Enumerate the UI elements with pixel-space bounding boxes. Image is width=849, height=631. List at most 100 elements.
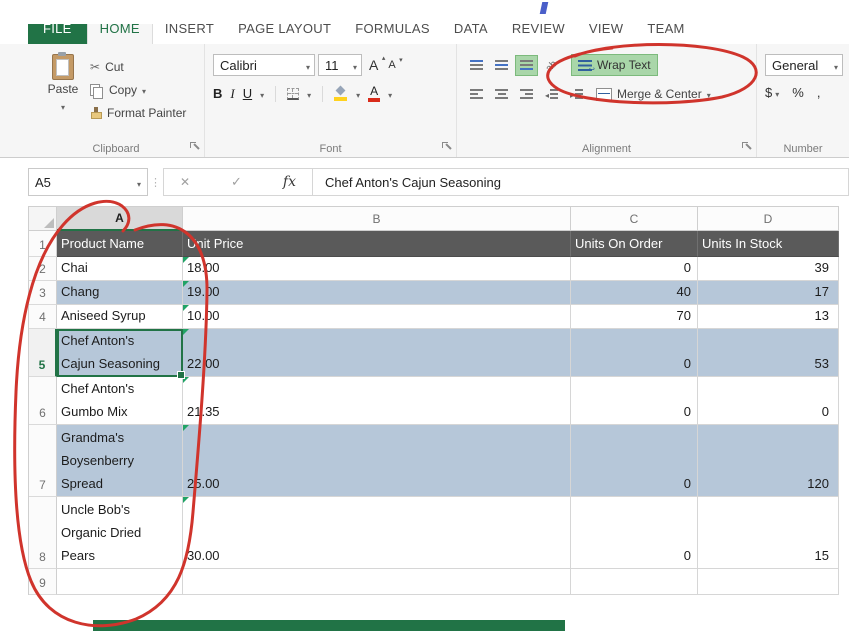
currency-format-button[interactable]: $ [765,85,779,100]
cell-product[interactable]: Chai [57,257,183,281]
fill-color-icon[interactable] [334,87,348,101]
font-name-combobox[interactable]: Calibri [213,54,315,76]
align-top-button[interactable] [465,55,488,76]
cell-in-stock[interactable]: 15 [698,497,839,569]
paste-dropdown-arrow-icon[interactable] [61,98,65,114]
name-box-dropdown-arrow-icon[interactable] [137,176,141,189]
cell-price[interactable]: 10.00 [183,305,571,329]
borders-icon[interactable] [287,88,299,100]
cell-on-order-header[interactable]: Units On Order [571,231,698,257]
formula-bar-drag-handle-icon[interactable] [148,176,163,189]
cell-product[interactable]: Aniseed Syrup [57,305,183,329]
row-header-selected[interactable]: 5 [29,329,57,377]
cell-price[interactable]: 30.00 [183,497,571,569]
align-center-button[interactable] [490,84,513,105]
cell-price[interactable]: 22.00 [183,329,571,377]
tab-home[interactable]: HOME [87,24,153,44]
dialog-launcher-icon[interactable] [742,142,751,151]
number-format-combobox[interactable]: General [765,54,843,76]
percent-format-button[interactable]: % [792,85,804,100]
cell-on-order[interactable] [571,569,698,595]
cell-on-order[interactable]: 0 [571,425,698,497]
cell-price[interactable] [183,569,571,595]
increase-font-size-button[interactable]: A [369,57,385,73]
decrease-font-size-button[interactable]: A [388,59,402,71]
orientation-button[interactable] [540,55,563,76]
row-header[interactable]: 1 [29,231,57,257]
column-header-d[interactable]: D [698,207,839,231]
cell-in-stock[interactable]: 120 [698,425,839,497]
cell-product-header[interactable]: Product Name [57,231,183,257]
tab-insert[interactable]: INSERT [153,24,226,44]
align-bottom-button[interactable] [515,55,538,76]
italic-button[interactable]: I [230,86,234,102]
tab-page-layout[interactable]: PAGE LAYOUT [226,24,343,44]
paste-button[interactable]: Paste [36,54,90,137]
comma-format-button[interactable]: , [817,85,821,100]
cell-on-order[interactable]: 0 [571,497,698,569]
copy-button[interactable]: Copy [90,80,186,99]
column-header-c[interactable]: C [571,207,698,231]
align-right-button[interactable] [515,84,538,105]
cell-in-stock-header[interactable]: Units In Stock [698,231,839,257]
cell-in-stock[interactable]: 17 [698,281,839,305]
cell-price[interactable]: 18.00 [183,257,571,281]
tab-formulas[interactable]: FORMULAS [343,24,442,44]
cell-product[interactable]: Chef Anton's Gumbo Mix [57,377,183,425]
cell-on-order[interactable]: 70 [571,305,698,329]
cell-on-order[interactable]: 0 [571,257,698,281]
cell-price[interactable]: 21.35 [183,377,571,425]
cell-on-order[interactable]: 40 [571,281,698,305]
dialog-launcher-icon[interactable] [190,142,199,151]
tab-data[interactable]: DATA [442,24,500,44]
cell-in-stock[interactable]: 39 [698,257,839,281]
chevron-down-icon[interactable] [349,59,357,72]
font-size-combobox[interactable]: 11 [318,54,362,76]
merge-center-button[interactable]: Merge & Center [596,83,711,105]
name-box[interactable]: A5 [28,168,148,196]
cell-product[interactable]: Uncle Bob's Organic Dried Pears [57,497,183,569]
cell-in-stock[interactable]: 53 [698,329,839,377]
merge-center-dropdown-arrow-icon[interactable] [707,88,711,100]
tab-file[interactable]: FILE [28,24,87,44]
cell-in-stock[interactable]: 13 [698,305,839,329]
cell-price-header[interactable]: Unit Price [183,231,571,257]
currency-dropdown-arrow-icon[interactable] [775,86,779,99]
cell-product[interactable]: Chang [57,281,183,305]
tab-review[interactable]: REVIEW [500,24,577,44]
chevron-down-icon[interactable] [302,59,310,72]
font-color-icon[interactable]: A [368,85,380,102]
row-header[interactable]: 2 [29,257,57,281]
cell-product[interactable]: Grandma's Boysenberry Spread [57,425,183,497]
select-all-corner[interactable] [29,207,57,231]
cell-in-stock[interactable] [698,569,839,595]
row-header[interactable]: 9 [29,569,57,595]
column-header-b[interactable]: B [183,207,571,231]
column-header-a[interactable]: A [57,207,183,231]
chevron-down-icon[interactable] [830,59,838,72]
underline-dropdown-arrow-icon[interactable] [260,86,264,102]
dialog-launcher-icon[interactable] [442,142,451,151]
borders-dropdown-arrow-icon[interactable] [307,86,311,102]
cell-on-order[interactable]: 0 [571,377,698,425]
cell-in-stock[interactable]: 0 [698,377,839,425]
tab-team[interactable]: TEAM [635,24,696,44]
fill-color-dropdown-arrow-icon[interactable] [356,86,360,102]
cell-price[interactable]: 19.00 [183,281,571,305]
increase-indent-button[interactable] [565,84,588,105]
row-header[interactable]: 6 [29,377,57,425]
bold-button[interactable]: B [213,86,222,101]
underline-button[interactable]: U [243,86,252,101]
active-cell-a5[interactable]: Chef Anton's Cajun Seasoning [57,329,183,377]
cut-button[interactable]: Cut [90,57,186,76]
copy-dropdown-arrow-icon[interactable] [142,84,146,96]
decrease-indent-button[interactable] [540,84,563,105]
format-painter-button[interactable]: Format Painter [90,103,186,122]
row-header[interactable]: 3 [29,281,57,305]
row-header[interactable]: 8 [29,497,57,569]
font-color-dropdown-arrow-icon[interactable] [388,86,392,102]
cancel-icon[interactable]: ✕ [180,175,190,189]
formula-input[interactable]: Chef Anton's Cajun Seasoning [313,168,849,196]
tab-view[interactable]: VIEW [577,24,635,44]
insert-function-icon[interactable]: fx [283,174,296,190]
